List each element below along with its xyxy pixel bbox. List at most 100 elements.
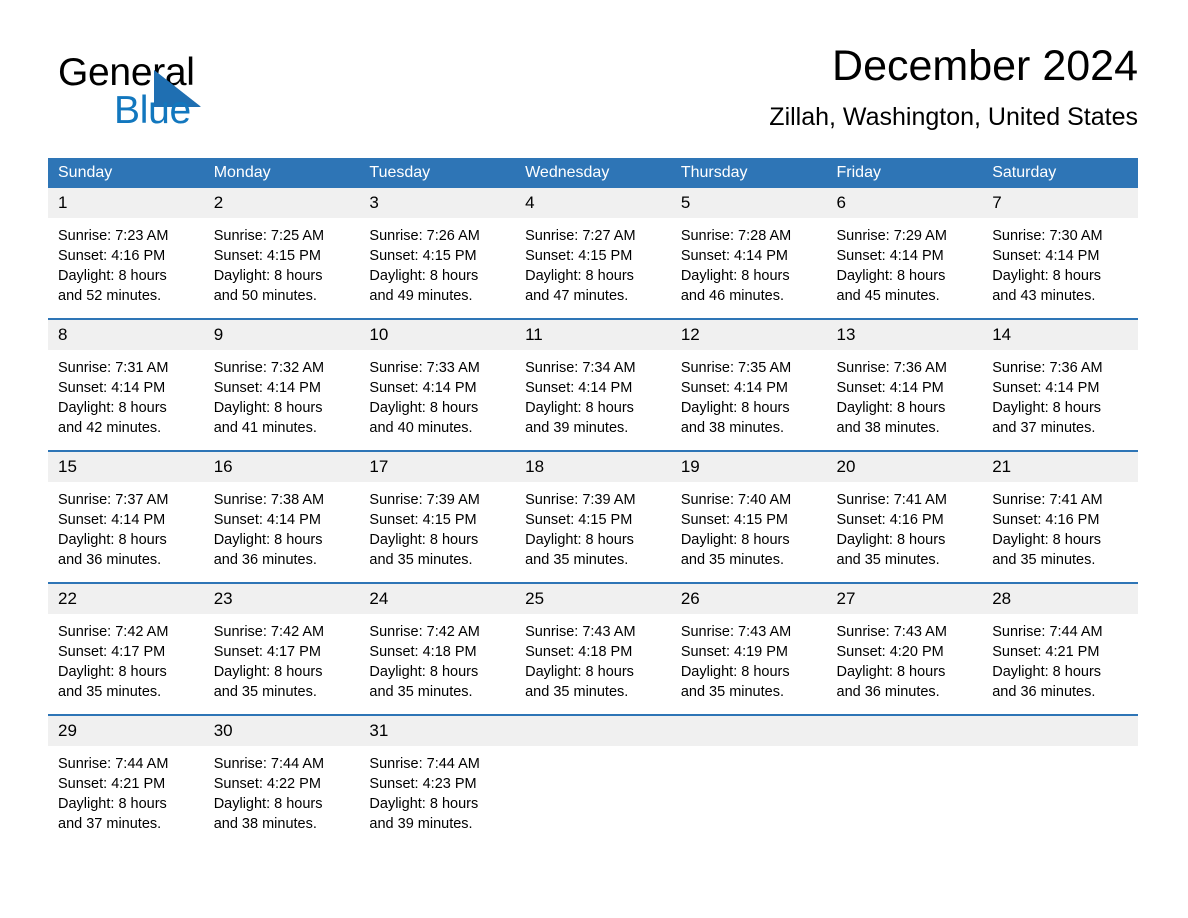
- sunrise-text: Sunrise: 7:42 AM: [369, 624, 480, 640]
- daylight-text-line1: Daylight: 8 hours: [525, 664, 634, 680]
- day-info: Sunrise: 7:32 AM Sunset: 4:14 PM Daylight:…: [204, 350, 360, 438]
- day-cell-inner: 27 Sunrise: 7:43 AM Sunset: 4:20 PM Dayligh…: [826, 584, 983, 714]
- sunset-text: Sunset: 4:15 PM: [680, 512, 789, 528]
- day-number: 22: [48, 584, 204, 614]
- calendar-day-cell[interactable]: 27 Sunrise: 7:43 AM Sunset: 4:20 PM Dayligh…: [826, 582, 983, 715]
- day-cell-inner: 9 Sunrise: 7:32 AM Sunset: 4:14 PM Daylight…: [203, 320, 360, 450]
- calendar-day-cell[interactable]: 4 Sunrise: 7:27 AM Sunset: 4:15 PM Daylight…: [515, 188, 671, 319]
- daylight-text-line2: and 38 minutes.: [213, 816, 317, 832]
- sunrise-text: Sunrise: 7:44 AM: [58, 756, 169, 772]
- daylight-text-line2: and 39 minutes.: [369, 816, 473, 832]
- calendar-day-cell[interactable]: 1 Sunrise: 7:23 AM Sunset: 4:16 PM Daylight…: [48, 188, 204, 319]
- sunrise-text: Sunrise: 7:28 AM: [680, 228, 792, 244]
- sunrise-text: Sunrise: 7:34 AM: [525, 360, 636, 376]
- calendar-day-cell[interactable]: 29 Sunrise: 7:44 AM Sunset: 4:21 PM Dayligh…: [48, 714, 204, 846]
- day-cell-inner: 5 Sunrise: 7:28 AM Sunset: 4:14 PM Daylight…: [670, 188, 827, 318]
- sunset-text: Sunset: 4:14 PM: [836, 248, 944, 264]
- daylight-text-line2: and 37 minutes.: [58, 816, 162, 832]
- day-info: Sunrise: 7:27 AM Sunset: 4:15 PM Daylight:…: [515, 218, 671, 306]
- day-number: 26: [670, 584, 827, 614]
- sunset-text: Sunset: 4:16 PM: [836, 512, 944, 528]
- daylight-text-line1: Daylight: 8 hours: [369, 664, 479, 680]
- day-info: Sunrise: 7:43 AM Sunset: 4:18 PM Daylight:…: [515, 614, 671, 702]
- calendar-day-cell[interactable]: 13 Sunrise: 7:36 AM Sunset: 4:14 PM Dayligh…: [826, 318, 983, 451]
- calendar-week-row: 22 Sunrise: 7:42 AM Sunset: 4:17 PM Dayligh…: [48, 582, 1138, 715]
- sunset-text: Sunset: 4:17 PM: [58, 644, 166, 660]
- generalblue-logo[interactable]: General Blue: [58, 52, 278, 142]
- day-info: Sunrise: 7:41 AM Sunset: 4:16 PM Daylight:…: [827, 482, 983, 570]
- calendar-day-cell[interactable]: 3 Sunrise: 7:26 AM Sunset: 4:15 PM Daylight…: [359, 188, 516, 319]
- sunrise-text: Sunrise: 7:39 AM: [525, 492, 636, 508]
- calendar-day-cell[interactable]: 31 Sunrise: 7:44 AM Sunset: 4:23 PM Dayligh…: [359, 714, 516, 846]
- page-header: General Blue December 2024 Zillah, Washi…: [48, 40, 1138, 150]
- sunset-text: Sunset: 4:23 PM: [369, 776, 477, 792]
- daylight-text-line1: Daylight: 8 hours: [58, 664, 167, 680]
- calendar-day-cell[interactable]: 17 Sunrise: 7:39 AM Sunset: 4:15 PM Dayligh…: [359, 450, 516, 583]
- daylight-text-line1: Daylight: 8 hours: [525, 532, 634, 548]
- day-cell-inner: 10 Sunrise: 7:33 AM Sunset: 4:14 PM Dayligh…: [359, 320, 516, 450]
- calendar-day-cell[interactable]: 7 Sunrise: 7:30 AM Sunset: 4:14 PM Daylight…: [982, 188, 1138, 319]
- calendar-day-cell[interactable]: 14 Sunrise: 7:36 AM Sunset: 4:14 PM Dayligh…: [982, 318, 1138, 451]
- calendar-day-cell[interactable]: 19 Sunrise: 7:40 AM Sunset: 4:15 PM Dayligh…: [670, 450, 827, 583]
- day-number: 1: [48, 188, 204, 218]
- sunrise-text: Sunrise: 7:25 AM: [213, 228, 325, 244]
- daylight-text-line2: and 43 minutes.: [992, 288, 1096, 304]
- sunrise-text: Sunrise: 7:31 AM: [58, 360, 169, 376]
- calendar-day-cell[interactable]: 21 Sunrise: 7:41 AM Sunset: 4:16 PM Dayligh…: [982, 450, 1138, 583]
- sunrise-text: Sunrise: 7:42 AM: [58, 624, 169, 640]
- calendar-day-cell[interactable]: 30 Sunrise: 7:44 AM Sunset: 4:22 PM Dayligh…: [203, 714, 360, 846]
- day-info: Sunrise: 7:37 AM Sunset: 4:14 PM Daylight:…: [48, 482, 204, 570]
- calendar-day-cell[interactable]: 10 Sunrise: 7:33 AM Sunset: 4:14 PM Dayligh…: [359, 318, 516, 451]
- day-cell-inner: 1 Sunrise: 7:23 AM Sunset: 4:16 PM Daylight…: [48, 188, 204, 318]
- day-cell-inner: [826, 716, 983, 846]
- day-info: Sunrise: 7:41 AM Sunset: 4:16 PM Daylight:…: [982, 482, 1138, 570]
- calendar-day-cell[interactable]: 9 Sunrise: 7:32 AM Sunset: 4:14 PM Daylight…: [203, 318, 360, 451]
- day-cell-inner: 20 Sunrise: 7:41 AM Sunset: 4:16 PM Dayligh…: [826, 452, 983, 582]
- sunrise-text: Sunrise: 7:23 AM: [58, 228, 169, 244]
- day-cell-inner: 16 Sunrise: 7:38 AM Sunset: 4:14 PM Dayligh…: [203, 452, 360, 582]
- calendar-day-cell[interactable]: 12 Sunrise: 7:35 AM Sunset: 4:14 PM Dayligh…: [670, 318, 827, 451]
- sunset-text: Sunset: 4:14 PM: [992, 248, 1100, 264]
- daylight-text-line2: and 41 minutes.: [213, 420, 317, 436]
- day-info: Sunrise: 7:43 AM Sunset: 4:20 PM Daylight:…: [827, 614, 983, 702]
- calendar-day-cell[interactable]: 28 Sunrise: 7:44 AM Sunset: 4:21 PM Dayligh…: [982, 582, 1138, 715]
- calendar-day-cell[interactable]: 6 Sunrise: 7:29 AM Sunset: 4:14 PM Daylight…: [826, 188, 983, 319]
- sunset-text: Sunset: 4:18 PM: [369, 644, 477, 660]
- sunrise-text: Sunrise: 7:32 AM: [213, 360, 325, 376]
- calendar-day-cell[interactable]: 5 Sunrise: 7:28 AM Sunset: 4:14 PM Daylight…: [670, 188, 827, 319]
- day-info: Sunrise: 7:44 AM Sunset: 4:23 PM Daylight:…: [359, 746, 515, 834]
- sunset-text: Sunset: 4:14 PM: [992, 380, 1100, 396]
- calendar-day-cell[interactable]: 2 Sunrise: 7:25 AM Sunset: 4:15 PM Daylight…: [203, 188, 360, 319]
- calendar-day-cell[interactable]: 8 Sunrise: 7:31 AM Sunset: 4:14 PM Daylight…: [48, 318, 204, 451]
- calendar-day-cell[interactable]: 25 Sunrise: 7:43 AM Sunset: 4:18 PM Dayligh…: [515, 582, 671, 715]
- daylight-text-line2: and 35 minutes.: [525, 684, 629, 700]
- calendar-empty-cell: [515, 714, 671, 846]
- day-cell-inner: 6 Sunrise: 7:29 AM Sunset: 4:14 PM Daylight…: [826, 188, 983, 318]
- calendar-day-cell[interactable]: 20 Sunrise: 7:41 AM Sunset: 4:16 PM Dayligh…: [826, 450, 983, 583]
- day-info: Sunrise: 7:29 AM Sunset: 4:14 PM Daylight:…: [827, 218, 983, 306]
- weekday-header-friday: Friday: [826, 158, 983, 188]
- day-cell-inner: 28 Sunrise: 7:44 AM Sunset: 4:21 PM Dayligh…: [982, 584, 1138, 714]
- weekday-header-monday: Monday: [203, 158, 360, 188]
- calendar-day-cell[interactable]: 26 Sunrise: 7:43 AM Sunset: 4:19 PM Dayligh…: [670, 582, 827, 715]
- day-cell-inner: 31 Sunrise: 7:44 AM Sunset: 4:23 PM Dayligh…: [359, 716, 516, 846]
- calendar-day-cell[interactable]: 18 Sunrise: 7:39 AM Sunset: 4:15 PM Dayligh…: [515, 450, 671, 583]
- day-cell-inner: 14 Sunrise: 7:36 AM Sunset: 4:14 PM Dayligh…: [982, 320, 1138, 450]
- sunrise-text: Sunrise: 7:41 AM: [992, 492, 1103, 508]
- calendar-day-cell[interactable]: 16 Sunrise: 7:38 AM Sunset: 4:14 PM Dayligh…: [203, 450, 360, 583]
- day-number: 23: [203, 584, 360, 614]
- day-number: 28: [982, 584, 1138, 614]
- calendar-day-cell[interactable]: 11 Sunrise: 7:34 AM Sunset: 4:14 PM Dayligh…: [515, 318, 671, 451]
- page-subtitle: Zillah, Washington, United States: [769, 103, 1138, 131]
- day-info: Sunrise: 7:28 AM Sunset: 4:14 PM Daylight:…: [671, 218, 827, 306]
- calendar-day-cell[interactable]: 24 Sunrise: 7:42 AM Sunset: 4:18 PM Dayligh…: [359, 582, 516, 715]
- sunrise-text: Sunrise: 7:36 AM: [992, 360, 1103, 376]
- calendar-day-cell[interactable]: 15 Sunrise: 7:37 AM Sunset: 4:14 PM Dayligh…: [48, 450, 204, 583]
- day-info: [671, 746, 827, 754]
- daylight-text-line1: Daylight: 8 hours: [680, 532, 790, 548]
- daylight-text-line1: Daylight: 8 hours: [58, 796, 167, 812]
- calendar-day-cell[interactable]: 22 Sunrise: 7:42 AM Sunset: 4:17 PM Dayligh…: [48, 582, 204, 715]
- calendar-day-cell[interactable]: 23 Sunrise: 7:42 AM Sunset: 4:17 PM Dayligh…: [203, 582, 360, 715]
- daylight-text-line2: and 50 minutes.: [213, 288, 317, 304]
- sunset-text: Sunset: 4:20 PM: [836, 644, 944, 660]
